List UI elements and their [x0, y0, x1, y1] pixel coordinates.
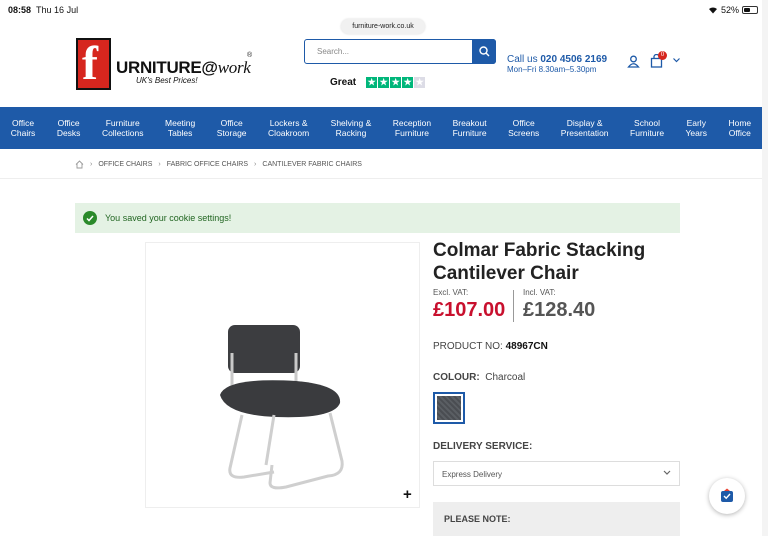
nav-office-screens[interactable]: Office Screens [497, 107, 550, 149]
product-title: Colmar Fabric Stacking Cantilever Chair [433, 240, 646, 284]
chevron-down-icon [663, 470, 671, 475]
product-image[interactable] [145, 242, 420, 508]
chevron-right-icon: › [158, 161, 161, 168]
nav-office-desks[interactable]: Office Desks [46, 107, 91, 149]
status-right: 52% [708, 5, 758, 15]
status-time: 08:58 Thu 16 Jul [8, 5, 79, 15]
chevron-right-icon: › [254, 161, 257, 168]
chat-widget-button[interactable] [709, 478, 745, 514]
breadcrumb-fabric-office-chairs[interactable]: FABRIC OFFICE CHAIRS [167, 161, 248, 168]
star-empty-icon: ★ [414, 77, 426, 88]
wifi-icon [708, 7, 717, 14]
price-incl-vat: £128.40 [523, 299, 596, 321]
page: 08:58 Thu 16 Jul 52% furniture-work.co.u… [0, 0, 768, 536]
trustpilot-rating[interactable]: Great ★ ★ ★ ★ ★ [330, 77, 426, 88]
please-note-box: PLEASE NOTE: [433, 502, 680, 536]
battery-icon [742, 6, 758, 14]
colour-value: Charcoal [485, 372, 526, 383]
star-icon: ★ [390, 77, 402, 88]
battery-percent: 52% [720, 5, 739, 15]
nav-office-chairs[interactable]: Office Chairs [0, 107, 46, 149]
delivery-selected: Express Delivery [442, 470, 503, 479]
opening-hours: Mon–Fri 8.30am–5.30pm [507, 65, 597, 74]
nav-breakout-furniture[interactable]: Breakout Furniture [442, 107, 498, 149]
price-excl-vat: £107.00 [433, 299, 506, 321]
chair-image [220, 325, 344, 490]
delivery-select[interactable]: Express Delivery [433, 461, 680, 486]
delivery-label: DELIVERY SERVICE: [433, 441, 533, 452]
search-field[interactable]: Search... [304, 39, 496, 64]
product-number: PRODUCT NO: 48967CN [433, 341, 548, 352]
chat-widget-icon [721, 488, 733, 502]
nav-furniture-collections[interactable]: Furniture Collections [91, 107, 154, 149]
alert-message: You saved your cookie settings! [105, 213, 232, 223]
home-icon[interactable] [75, 160, 84, 169]
logo-tagline: UK's Best Prices! [136, 76, 198, 85]
header-divider [0, 178, 762, 179]
main-nav: Office Chairs Office Desks Furniture Col… [0, 107, 762, 149]
nav-display-presentation[interactable]: Display & Presentation [550, 107, 619, 149]
cart-count-badge: 0 [658, 51, 667, 60]
zoom-button[interactable]: + [403, 486, 412, 503]
url-bar[interactable]: furniture-work.co.uk [341, 19, 425, 34]
nav-shelving-racking[interactable]: Shelving & Racking [320, 107, 382, 149]
colour-swatch-charcoal[interactable] [433, 392, 465, 424]
status-bar: 08:58 Thu 16 Jul 52% [0, 0, 768, 20]
nav-early-years[interactable]: Early Years [675, 107, 718, 149]
page-scrollbar[interactable] [762, 0, 768, 536]
note-heading: PLEASE NOTE: [444, 514, 511, 524]
logo-registered: ® [247, 52, 253, 59]
site-logo[interactable]: f URNITURE@work ® UK's Best Prices! [76, 38, 256, 90]
call-us[interactable]: Call us 020 4506 2169 [507, 54, 607, 65]
breadcrumb-office-chairs[interactable]: OFFICE CHAIRS [98, 161, 152, 168]
breadcrumb: › OFFICE CHAIRS › FABRIC OFFICE CHAIRS ›… [75, 160, 362, 169]
excl-vat-label: Excl. VAT: [433, 288, 469, 297]
nav-reception-furniture[interactable]: Reception Furniture [382, 107, 442, 149]
chevron-right-icon: › [90, 161, 93, 168]
star-icon: ★ [366, 77, 378, 88]
chevron-down-icon[interactable] [673, 58, 680, 63]
nav-lockers-cloakroom[interactable]: Lockers & Cloakroom [257, 107, 320, 149]
logo-f-box: f [76, 38, 111, 90]
nav-office-storage[interactable]: Office Storage [206, 107, 257, 149]
breadcrumb-current[interactable]: CANTILEVER FABRIC CHAIRS [262, 161, 362, 168]
search-icon [478, 46, 489, 57]
star-icon: ★ [378, 77, 390, 88]
logo-wordmark: URNITURE@work [116, 58, 251, 77]
price-divider [513, 290, 514, 322]
trust-label: Great [330, 77, 357, 88]
search-button[interactable] [472, 39, 496, 64]
nav-school-furniture[interactable]: School Furniture [619, 107, 675, 149]
check-circle-icon [83, 211, 97, 225]
colour-label: COLOUR: Charcoal [433, 372, 526, 383]
nav-home-office[interactable]: Home Office [718, 107, 762, 149]
account-icon[interactable] [627, 55, 640, 68]
phone-number[interactable]: 020 4506 2169 [540, 54, 607, 65]
star-icon: ★ [402, 77, 414, 88]
cookie-success-alert: You saved your cookie settings! [75, 203, 680, 233]
incl-vat-label: Incl. VAT: [523, 288, 556, 297]
search-placeholder: Search... [317, 47, 350, 56]
nav-meeting-tables[interactable]: Meeting Tables [154, 107, 206, 149]
trust-stars: ★ ★ ★ ★ ★ [366, 77, 426, 88]
